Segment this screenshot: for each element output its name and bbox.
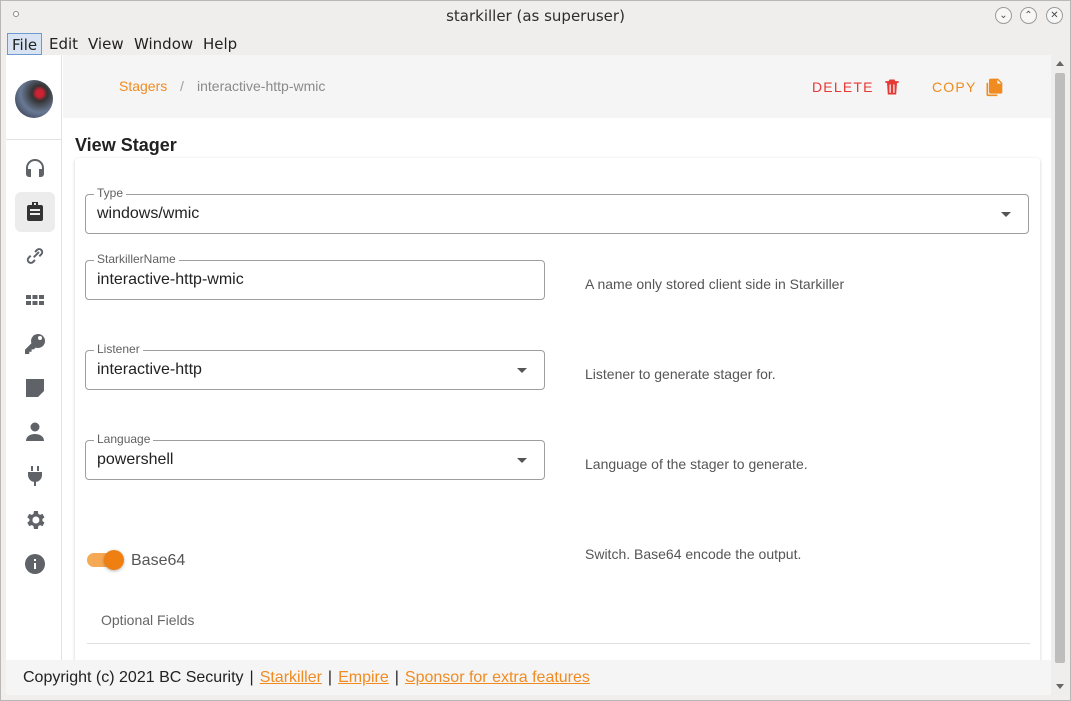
scroll-up-icon[interactable]	[1056, 61, 1064, 66]
sponsor-link[interactable]: Sponsor for extra features	[405, 669, 590, 687]
footer-separator: |	[394, 668, 399, 686]
language-hint: Language of the stager to generate.	[585, 456, 808, 472]
stager-form-card: Type windows/wmic StarkillerName interac…	[75, 158, 1040, 695]
language-value: powershell	[97, 451, 174, 468]
menu-help[interactable]: Help	[199, 33, 241, 55]
base64-hint: Switch. Base64 encode the output.	[585, 546, 802, 562]
page-title: View Stager	[75, 135, 177, 155]
avatar[interactable]	[15, 80, 53, 118]
gear-icon[interactable]	[15, 500, 55, 540]
menu-edit[interactable]: Edit	[45, 33, 82, 55]
app-content: Stagers / interactive-http-wmic DELETE C…	[6, 55, 1051, 695]
key-icon[interactable]	[15, 324, 55, 364]
scrollbar-thumb[interactable]	[1055, 73, 1065, 663]
menu-window[interactable]: Window	[130, 33, 197, 55]
delete-label: DELETE	[812, 79, 874, 95]
card-divider	[87, 643, 1030, 644]
name-hint: A name only stored client side in Starki…	[585, 276, 845, 292]
listener-hint: Listener to generate stager for.	[585, 366, 776, 382]
note-icon[interactable]	[15, 368, 55, 408]
footer-separator: |	[327, 668, 333, 686]
menu-bar: File Edit View Window Help	[1, 31, 1070, 55]
delete-button[interactable]: DELETE	[812, 77, 902, 97]
language-label: Language	[94, 432, 154, 446]
app-window: starkiller (as superuser) ⌄ ⌃ ✕ File Edi…	[0, 0, 1071, 701]
listener-select[interactable]: Listener interactive-http	[85, 342, 545, 390]
footer: Copyright (c) 2021 BC Security | Starkil…	[6, 660, 1051, 695]
type-select[interactable]: Type windows/wmic	[85, 186, 1029, 234]
base64-toggle[interactable]	[87, 550, 124, 570]
starkiller-name-field[interactable]: StarkillerName interactive-http-wmic	[85, 252, 545, 300]
type-value: windows/wmic	[97, 205, 200, 222]
scroll-down-icon[interactable]	[1056, 684, 1064, 689]
breadcrumb-stagers[interactable]: Stagers	[119, 78, 167, 94]
menu-file[interactable]: File	[7, 33, 43, 55]
top-bar: Stagers / interactive-http-wmic DELETE C…	[63, 55, 1051, 118]
breadcrumb-current: interactive-http-wmic	[197, 78, 326, 94]
user-icon[interactable]	[15, 412, 55, 452]
footer-separator: |	[249, 668, 254, 686]
grid-icon[interactable]	[15, 280, 55, 320]
optional-fields-header[interactable]: Optional Fields	[101, 612, 194, 628]
listener-value: interactive-http	[97, 361, 202, 378]
scrollbar[interactable]	[1051, 55, 1070, 695]
base64-label: Base64	[131, 552, 186, 569]
plug-icon[interactable]	[15, 456, 55, 496]
listener-label: Listener	[94, 342, 143, 356]
chevron-down-icon	[517, 458, 527, 463]
breadcrumb-separator: /	[180, 78, 184, 94]
minimize-icon[interactable]: ⌄	[995, 7, 1012, 24]
copy-icon	[986, 78, 1003, 97]
name-label: StarkillerName	[94, 252, 179, 266]
title-bar: starkiller (as superuser) ⌄ ⌃ ✕	[1, 1, 1070, 31]
info-icon[interactable]	[15, 544, 55, 584]
sidebar-divider	[6, 139, 62, 140]
link-icon[interactable]	[15, 236, 55, 276]
menu-view[interactable]: View	[84, 33, 128, 55]
maximize-icon[interactable]: ⌃	[1020, 7, 1037, 24]
language-select[interactable]: Language powershell	[85, 432, 545, 480]
briefcase-icon[interactable]	[15, 192, 55, 232]
starkiller-link[interactable]: Starkiller	[260, 669, 322, 687]
chevron-down-icon	[1001, 212, 1011, 217]
toggle-knob[interactable]	[104, 550, 124, 570]
trash-icon	[885, 79, 899, 95]
copy-label: COPY	[932, 79, 977, 95]
window-title: starkiller (as superuser)	[446, 7, 625, 25]
copyright-text: Copyright (c) 2021 BC Security	[23, 668, 244, 686]
name-value: interactive-http-wmic	[97, 271, 244, 288]
headphones-icon[interactable]	[15, 148, 55, 188]
sidebar	[6, 55, 62, 695]
empire-link[interactable]: Empire	[338, 669, 389, 687]
close-icon[interactable]: ✕	[1046, 7, 1063, 24]
copy-button[interactable]: COPY	[932, 77, 1004, 97]
type-label: Type	[94, 186, 127, 200]
chevron-down-icon	[517, 368, 527, 373]
